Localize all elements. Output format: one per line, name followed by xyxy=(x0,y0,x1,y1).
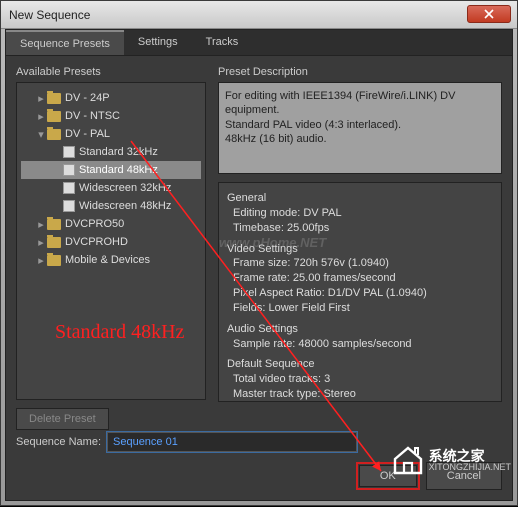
tree-folder-dvcprohd[interactable]: ▸ DVCPROHD xyxy=(21,233,201,251)
preset-description-panel: Preset Description For editing with IEEE… xyxy=(218,66,502,430)
desc-line: 48kHz (16 bit) audio. xyxy=(225,132,495,146)
available-presets-label: Available Presets xyxy=(16,66,206,78)
info-line: Editing mode: DV PAL xyxy=(227,206,493,221)
chevron-right-icon: ▸ xyxy=(35,92,47,105)
tab-sequence-presets[interactable]: Sequence Presets xyxy=(6,30,124,55)
tree-label: Standard 32kHz xyxy=(79,146,158,158)
tab-tracks[interactable]: Tracks xyxy=(192,30,253,55)
default-sequence-section: Default Sequence Total video tracks: 3 M… xyxy=(227,357,493,402)
folder-icon xyxy=(47,219,61,230)
preset-tree[interactable]: ▸ DV - 24P ▸ DV - NTSC ▾ DV - PAL Standard … xyxy=(16,82,206,400)
tree-label: Standard 48kHz xyxy=(79,164,158,176)
info-line: Pixel Aspect Ratio: D1/DV PAL (1.0940) xyxy=(227,286,493,301)
tree-label: Widescreen 32kHz xyxy=(79,182,171,194)
branding-text: 系统之家 XITONGZHIJIA.NET xyxy=(429,449,511,472)
tree-folder-dv24p[interactable]: ▸ DV - 24P xyxy=(21,89,201,107)
tree-label: DVCPRO50 xyxy=(65,218,124,230)
window-title: New Sequence xyxy=(9,8,90,22)
audio-section: Audio Settings Sample rate: 48000 sample… xyxy=(227,322,493,352)
info-line: Frame size: 720h 576v (1.0940) xyxy=(227,256,493,271)
available-presets-panel: Available Presets ▸ DV - 24P ▸ DV - NTSC ▾… xyxy=(16,66,206,430)
folder-icon xyxy=(47,255,61,266)
section-heading: General xyxy=(227,191,493,206)
section-heading: Default Sequence xyxy=(227,357,493,372)
description-box: For editing with IEEE1394 (FireWire/i.LI… xyxy=(218,82,502,174)
preset-icon xyxy=(63,146,75,158)
delete-preset-button[interactable]: Delete Preset xyxy=(16,408,109,430)
section-heading: Video Settings xyxy=(227,242,493,257)
tree-label: Mobile & Devices xyxy=(65,254,150,266)
tree-label: DVCPROHD xyxy=(65,236,128,248)
tree-preset-wide32[interactable]: Widescreen 32kHz xyxy=(21,179,201,197)
tree-label: Widescreen 48kHz xyxy=(79,200,171,212)
titlebar: New Sequence xyxy=(1,1,517,29)
chevron-right-icon: ▸ xyxy=(35,254,47,267)
dialog-body: Sequence Presets Settings Tracks Availab… xyxy=(5,29,513,501)
info-line: Frame rate: 25.00 frames/second xyxy=(227,271,493,286)
tab-settings[interactable]: Settings xyxy=(124,30,192,55)
folder-icon xyxy=(47,93,61,104)
tab-bar: Sequence Presets Settings Tracks xyxy=(6,30,512,56)
branding-logo: 系统之家 XITONGZHIJIA.NET xyxy=(391,445,511,475)
tree-label: DV - 24P xyxy=(65,92,110,104)
tree-label: DV - PAL xyxy=(65,128,110,140)
info-line: Fields: Lower Field First xyxy=(227,301,493,316)
desc-line: Standard PAL video (4:3 interlaced). xyxy=(225,118,495,132)
info-line: Sample rate: 48000 samples/second xyxy=(227,337,493,352)
tree-label: DV - NTSC xyxy=(65,110,120,122)
chevron-right-icon: ▸ xyxy=(35,110,47,123)
video-section: Video Settings Frame size: 720h 576v (1.… xyxy=(227,242,493,316)
house-icon xyxy=(391,445,425,475)
sequence-name-label: Sequence Name: xyxy=(16,436,101,448)
preset-icon xyxy=(63,200,75,212)
delete-row: Delete Preset xyxy=(16,408,206,430)
chevron-right-icon: ▸ xyxy=(35,236,47,249)
new-sequence-window: New Sequence Sequence Presets Settings T… xyxy=(0,0,518,506)
tree-folder-dvpal[interactable]: ▾ DV - PAL xyxy=(21,125,201,143)
tree-folder-mobile[interactable]: ▸ Mobile & Devices xyxy=(21,251,201,269)
tree-folder-dvntsc[interactable]: ▸ DV - NTSC xyxy=(21,107,201,125)
info-line: Total video tracks: 3 xyxy=(227,372,493,387)
close-button[interactable] xyxy=(467,5,511,23)
preset-icon xyxy=(63,182,75,194)
info-line: Timebase: 25.00fps xyxy=(227,221,493,236)
tree-preset-wide48[interactable]: Widescreen 48kHz xyxy=(21,197,201,215)
folder-icon xyxy=(47,129,61,140)
content-area: Available Presets ▸ DV - 24P ▸ DV - NTSC ▾… xyxy=(6,56,512,440)
sequence-name-input[interactable] xyxy=(107,432,357,452)
desc-line: For editing with IEEE1394 (FireWire/i.LI… xyxy=(225,89,495,118)
tree-preset-std48[interactable]: Standard 48kHz xyxy=(21,161,201,179)
general-section: General Editing mode: DV PAL Timebase: 2… xyxy=(227,191,493,236)
branding-en: XITONGZHIJIA.NET xyxy=(429,463,511,472)
section-heading: Audio Settings xyxy=(227,322,493,337)
close-icon xyxy=(484,9,494,19)
chevron-right-icon: ▸ xyxy=(35,218,47,231)
folder-icon xyxy=(47,237,61,248)
info-box: General Editing mode: DV PAL Timebase: 2… xyxy=(218,182,502,402)
folder-icon xyxy=(47,111,61,122)
tree-folder-dvcpro50[interactable]: ▸ DVCPRO50 xyxy=(21,215,201,233)
chevron-down-icon: ▾ xyxy=(35,128,47,141)
tree-preset-std32[interactable]: Standard 32kHz xyxy=(21,143,201,161)
preset-description-label: Preset Description xyxy=(218,66,502,78)
info-line: Master track type: Stereo xyxy=(227,387,493,402)
branding-cn: 系统之家 xyxy=(429,449,511,463)
preset-icon xyxy=(63,164,75,176)
